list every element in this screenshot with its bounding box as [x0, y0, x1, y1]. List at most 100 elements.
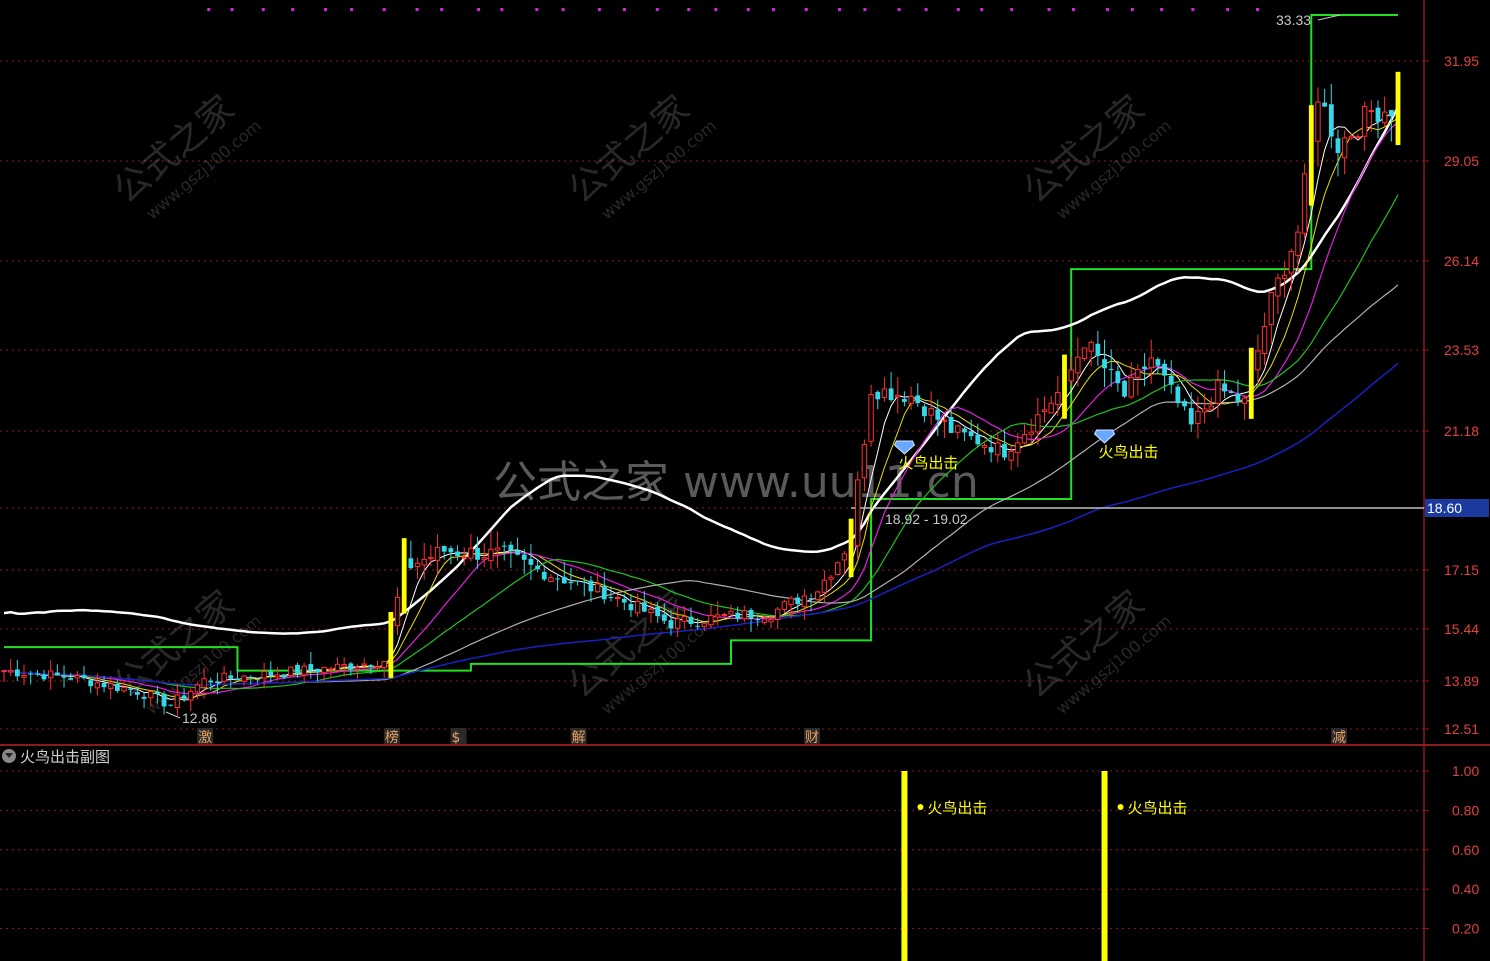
candle-body [541, 571, 547, 580]
candle-body [1368, 110, 1375, 113]
candle-body [255, 679, 260, 681]
candle-body [421, 558, 427, 566]
candle-body [1168, 375, 1174, 385]
signal-dot [956, 8, 960, 11]
candle-body [575, 580, 581, 582]
candle-body [148, 691, 154, 699]
candle-body [955, 425, 961, 433]
candle-body [21, 675, 27, 678]
signal-dot [772, 8, 776, 11]
candle-body [1395, 71, 1401, 146]
candle-body [1255, 350, 1261, 371]
candle-body [28, 673, 34, 675]
candle-body [315, 668, 320, 673]
candle-body [521, 554, 527, 560]
axis-tick-label: 15.44 [1444, 621, 1479, 637]
candle-body [1102, 359, 1107, 369]
signal-dot [500, 8, 504, 11]
candle-body [981, 445, 988, 448]
candle-body [161, 693, 167, 707]
sub-axis: 1.00 0.80 0.60 0.40 0.20 [1424, 763, 1479, 937]
candle-body [561, 576, 567, 584]
candle-body [688, 616, 694, 624]
candle-body [1108, 368, 1114, 370]
candle-body [1268, 292, 1274, 326]
range-label: 18.92 - 19.02 [885, 511, 968, 527]
candle-body [1081, 347, 1088, 360]
signal-dot [924, 8, 928, 11]
candle-body [381, 661, 387, 669]
candle-body [1048, 402, 1054, 414]
candle-body [755, 619, 761, 621]
candle-body [1388, 109, 1394, 117]
signal-dot [687, 8, 691, 11]
candle-body [1241, 397, 1248, 404]
candle-body [201, 678, 207, 688]
candle-body [88, 680, 94, 687]
candle-body [1068, 369, 1074, 382]
candle-body [1248, 347, 1254, 419]
signal-dot [561, 8, 565, 11]
signal-dot [1130, 8, 1134, 11]
candle-body [374, 666, 381, 669]
candle-body [1135, 369, 1141, 378]
candle-body [821, 579, 828, 593]
signal-dot [1117, 804, 1124, 810]
candle-body [1261, 326, 1268, 354]
candle-body [1335, 138, 1341, 153]
candle-body [274, 674, 281, 678]
candle-body [321, 666, 327, 674]
candle-body [888, 388, 894, 401]
sub-axis-tick-label: 0.80 [1452, 802, 1479, 818]
candle-body [1008, 450, 1014, 461]
candle-body [1175, 386, 1181, 404]
candle-body [681, 616, 688, 622]
candle-body [394, 596, 401, 627]
candle-body [988, 447, 994, 453]
signal-dot [714, 8, 718, 11]
candle-body [588, 580, 594, 592]
candle-body [1128, 377, 1134, 398]
signal-dot [261, 8, 265, 11]
upper-band-line [3, 106, 1400, 635]
candle-body [128, 688, 134, 690]
candle-body [868, 394, 874, 442]
event-tag: 解 [572, 730, 586, 746]
candle-body [948, 417, 954, 433]
sub-axis-tick-label: 0.60 [1452, 842, 1479, 858]
event-tag: 财 [805, 730, 819, 746]
candle-body [388, 611, 394, 678]
candle-body [114, 684, 120, 691]
signal-dot [440, 8, 444, 11]
candle-body [594, 583, 601, 593]
candle-body [1182, 400, 1187, 407]
candle-body [795, 597, 801, 605]
candle-body [628, 603, 634, 611]
candle-body [661, 614, 667, 621]
candle-body [61, 675, 67, 678]
candle-body [354, 667, 361, 670]
price-chart: 公式之家www.gszj100.com 公式之家www.gszj100.com 公式… [0, 0, 1490, 961]
subchart-header[interactable]: 火鸟出击副图 [2, 746, 110, 766]
candle-body [108, 683, 114, 689]
watermark: 公式之家www.gszj100.com [1016, 583, 1175, 718]
candle-body [1075, 356, 1081, 374]
candle-body [768, 618, 774, 623]
signal-dot [1256, 8, 1260, 11]
candle-body [1355, 136, 1361, 139]
candle-body [975, 434, 981, 445]
candle-body [515, 550, 520, 555]
candle-body [1315, 101, 1321, 142]
sub-plot: 火鸟出击 火鸟出击 [0, 770, 1424, 961]
candle-body [168, 704, 174, 706]
candle-body [781, 601, 788, 610]
candle-body [488, 548, 494, 562]
diamond-icon [893, 440, 916, 455]
candle-body [728, 610, 734, 615]
signal-dot [415, 8, 419, 11]
candle-body [1088, 341, 1094, 352]
candle-body [621, 598, 627, 603]
chevron-down-icon[interactable] [2, 749, 16, 763]
signal-dot [1226, 8, 1230, 11]
high-price-label: 33.33 [1276, 12, 1311, 28]
